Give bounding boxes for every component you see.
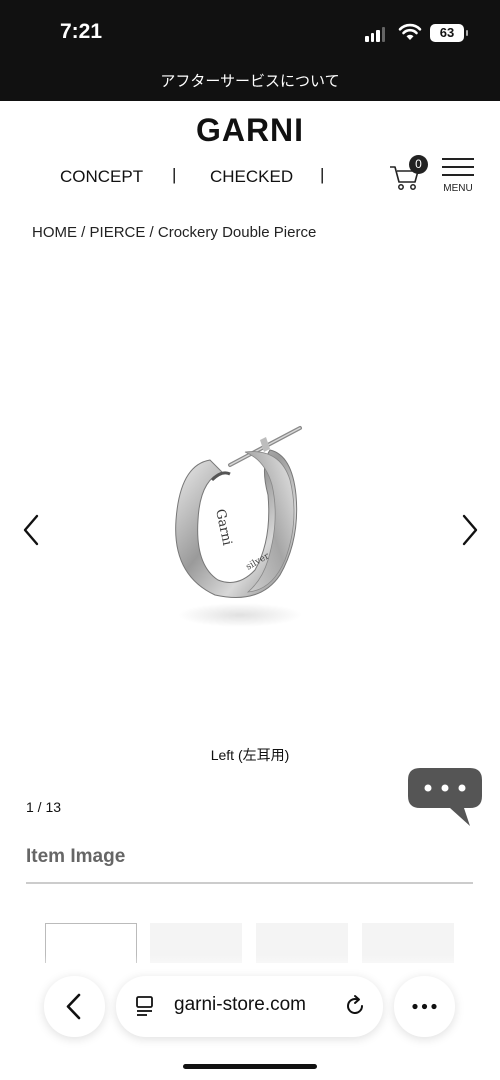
breadcrumb-home[interactable]: HOME <box>32 224 77 241</box>
more-button[interactable] <box>394 976 455 1037</box>
breadcrumb-separator: / <box>145 224 158 241</box>
reload-icon[interactable] <box>343 994 367 1018</box>
status-time: 7:21 <box>60 20 103 43</box>
nav-separator: | <box>172 165 177 184</box>
menu-button[interactable]: MENU <box>440 157 476 194</box>
url-text[interactable]: garni-store.com <box>174 994 306 1016</box>
home-indicator <box>183 1064 317 1069</box>
nav-concept[interactable]: CONCEPT <box>60 167 143 187</box>
top-bar: 7:21 63 アフターサービスについて <box>0 0 500 101</box>
signal-icon <box>365 27 385 42</box>
breadcrumb-pierce[interactable]: PIERCE <box>90 224 146 241</box>
chevron-left-icon[interactable] <box>19 512 43 548</box>
image-counter: 1 / 13 <box>26 799 62 815</box>
breadcrumb-separator: / <box>77 224 90 241</box>
battery-indicator: 63 <box>430 24 468 42</box>
breadcrumb: HOME / PIERCE / Crockery Double Pierce <box>32 224 316 241</box>
nav-separator: | <box>320 165 325 184</box>
back-icon <box>66 993 81 1020</box>
tabs-icon[interactable] <box>134 994 158 1018</box>
back-button[interactable] <box>44 976 105 1037</box>
site-logo[interactable]: GARNI <box>0 112 500 149</box>
section-title: Item Image <box>26 846 126 867</box>
menu-label: MENU <box>443 183 473 194</box>
svg-text:Garni: Garni <box>212 508 234 547</box>
after-service-link[interactable]: アフターサービスについて <box>0 70 500 91</box>
section-divider <box>26 882 473 884</box>
breadcrumb-current: Crockery Double Pierce <box>157 224 317 241</box>
image-caption: Left (左耳用) <box>210 747 290 763</box>
product-image[interactable]: Garni silver <box>150 410 350 650</box>
more-icon <box>412 1003 437 1010</box>
cart-count-badge: 0 <box>409 155 428 174</box>
chevron-right-icon[interactable] <box>458 512 482 548</box>
chat-icon[interactable] <box>406 766 484 828</box>
wifi-icon <box>398 23 422 40</box>
nav-checked[interactable]: CHECKED <box>210 167 293 187</box>
